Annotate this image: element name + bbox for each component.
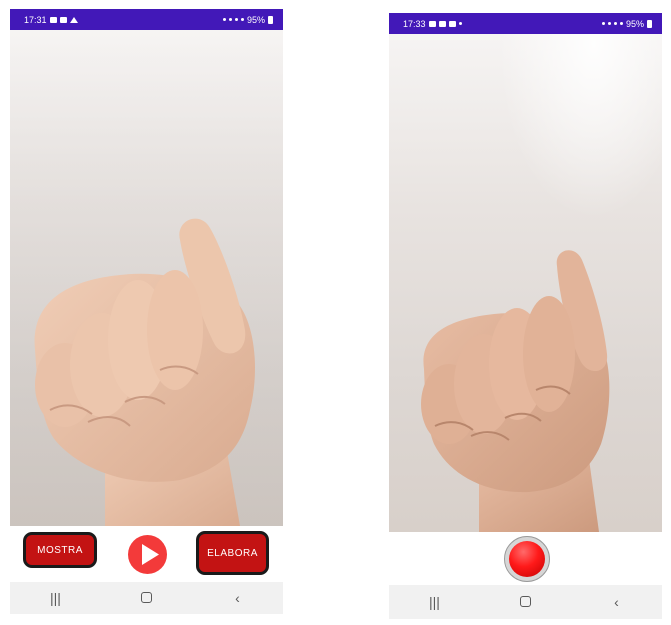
elabora-button[interactable]: ELABORA <box>196 531 269 575</box>
car-icon <box>428 20 436 27</box>
home-icon <box>141 592 152 603</box>
status-bar: 17:31 95% <box>10 9 283 30</box>
home-button[interactable] <box>511 594 541 610</box>
record-button[interactable] <box>504 536 550 582</box>
send-icon <box>69 16 78 23</box>
wifi-icon <box>613 22 617 25</box>
record-icon <box>509 541 545 577</box>
recents-button[interactable]: ||| <box>420 594 450 610</box>
wifi-icon <box>234 18 238 21</box>
gallery-icon <box>438 20 446 27</box>
controls-bar <box>389 532 662 585</box>
clock: 17:31 <box>24 14 47 25</box>
play-button[interactable] <box>128 535 167 574</box>
back-button[interactable]: ‹ <box>223 590 253 606</box>
controls-bar: MOSTRA ELABORA <box>10 526 283 582</box>
clock: 17:33 <box>403 18 426 29</box>
alarm-icon <box>222 18 226 21</box>
battery-icon <box>647 19 652 28</box>
status-left: 17:33 <box>403 19 462 29</box>
battery-icon <box>268 15 273 24</box>
hand-image <box>389 34 662 532</box>
mostra-button[interactable]: MOSTRA <box>23 532 97 568</box>
status-bar: 17:33 95% <box>389 13 662 34</box>
battery-percent: 95% <box>625 18 644 29</box>
system-nav-bar: ||| ‹ <box>389 585 662 619</box>
hand-image <box>10 30 283 526</box>
status-right: 95% <box>601 18 652 29</box>
notification-icon <box>448 20 456 27</box>
recents-button[interactable]: ||| <box>41 590 71 606</box>
notification-icon <box>59 16 67 23</box>
gallery-icon <box>49 16 57 23</box>
signal-icon <box>240 18 244 21</box>
status-right: 95% <box>222 14 273 25</box>
status-left: 17:31 <box>24 15 78 25</box>
mute-icon <box>228 18 232 21</box>
signal-icon <box>619 22 623 25</box>
play-icon <box>142 544 159 565</box>
battery-percent: 95% <box>246 14 265 25</box>
camera-preview <box>10 30 283 526</box>
mute-icon <box>607 22 611 25</box>
home-icon <box>520 596 531 607</box>
system-nav-bar: ||| ‹ <box>10 582 283 614</box>
more-notifications-icon <box>458 22 462 25</box>
alarm-icon <box>601 22 605 25</box>
camera-preview <box>389 34 662 532</box>
home-button[interactable] <box>132 590 162 606</box>
phone-screen-left: 17:31 95% MOSTRA ELABORA ||| ‹ <box>10 9 283 614</box>
phone-screen-right: 17:33 95% ||| ‹ <box>389 13 662 619</box>
back-button[interactable]: ‹ <box>602 594 632 610</box>
